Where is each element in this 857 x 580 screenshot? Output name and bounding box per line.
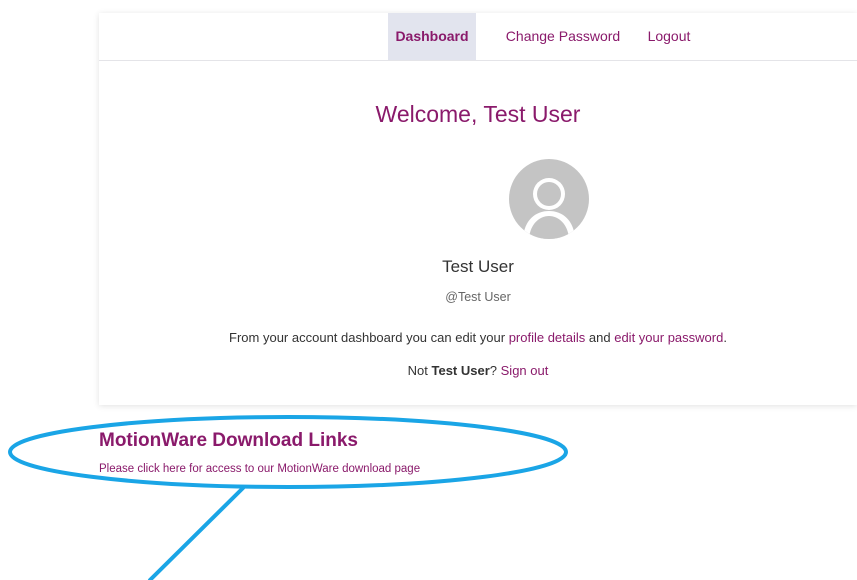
profile-details-link[interactable]: profile details xyxy=(509,330,586,345)
user-handle: @Test User xyxy=(445,290,511,304)
account-text-and: and xyxy=(585,330,615,345)
annotation-arrow-line xyxy=(148,486,245,580)
account-text-prefix: From your account dashboard you can edit… xyxy=(229,330,509,345)
account-text-suffix: . xyxy=(723,330,727,345)
not-prefix: Not xyxy=(407,363,432,378)
page: Dashboard Change Password Logout Welcome… xyxy=(0,0,857,580)
annotation-ellipse xyxy=(8,415,568,489)
default-user-avatar-icon xyxy=(509,159,589,239)
account-card: Dashboard Change Password Logout Welcome… xyxy=(99,13,857,405)
not-user-line: Not Test User? Sign out xyxy=(99,363,857,378)
not-suffix: ? xyxy=(489,363,501,378)
tab-dashboard[interactable]: Dashboard xyxy=(388,13,476,60)
motionware-download-link[interactable]: Please click here for access to our Moti… xyxy=(99,463,420,475)
motionware-downloads-heading: MotionWare Download Links xyxy=(99,430,358,451)
top-nav: Dashboard Change Password Logout xyxy=(99,13,857,61)
not-user-name: Test User xyxy=(431,363,490,378)
user-display-name: Test User xyxy=(442,257,514,276)
tab-change-password[interactable]: Change Password xyxy=(500,13,626,60)
tab-logout[interactable]: Logout xyxy=(641,13,697,60)
account-description: From your account dashboard you can edit… xyxy=(99,330,857,345)
sign-out-link[interactable]: Sign out xyxy=(501,363,549,378)
edit-password-link[interactable]: edit your password xyxy=(614,330,723,345)
welcome-heading: Welcome, Test User xyxy=(375,101,581,127)
